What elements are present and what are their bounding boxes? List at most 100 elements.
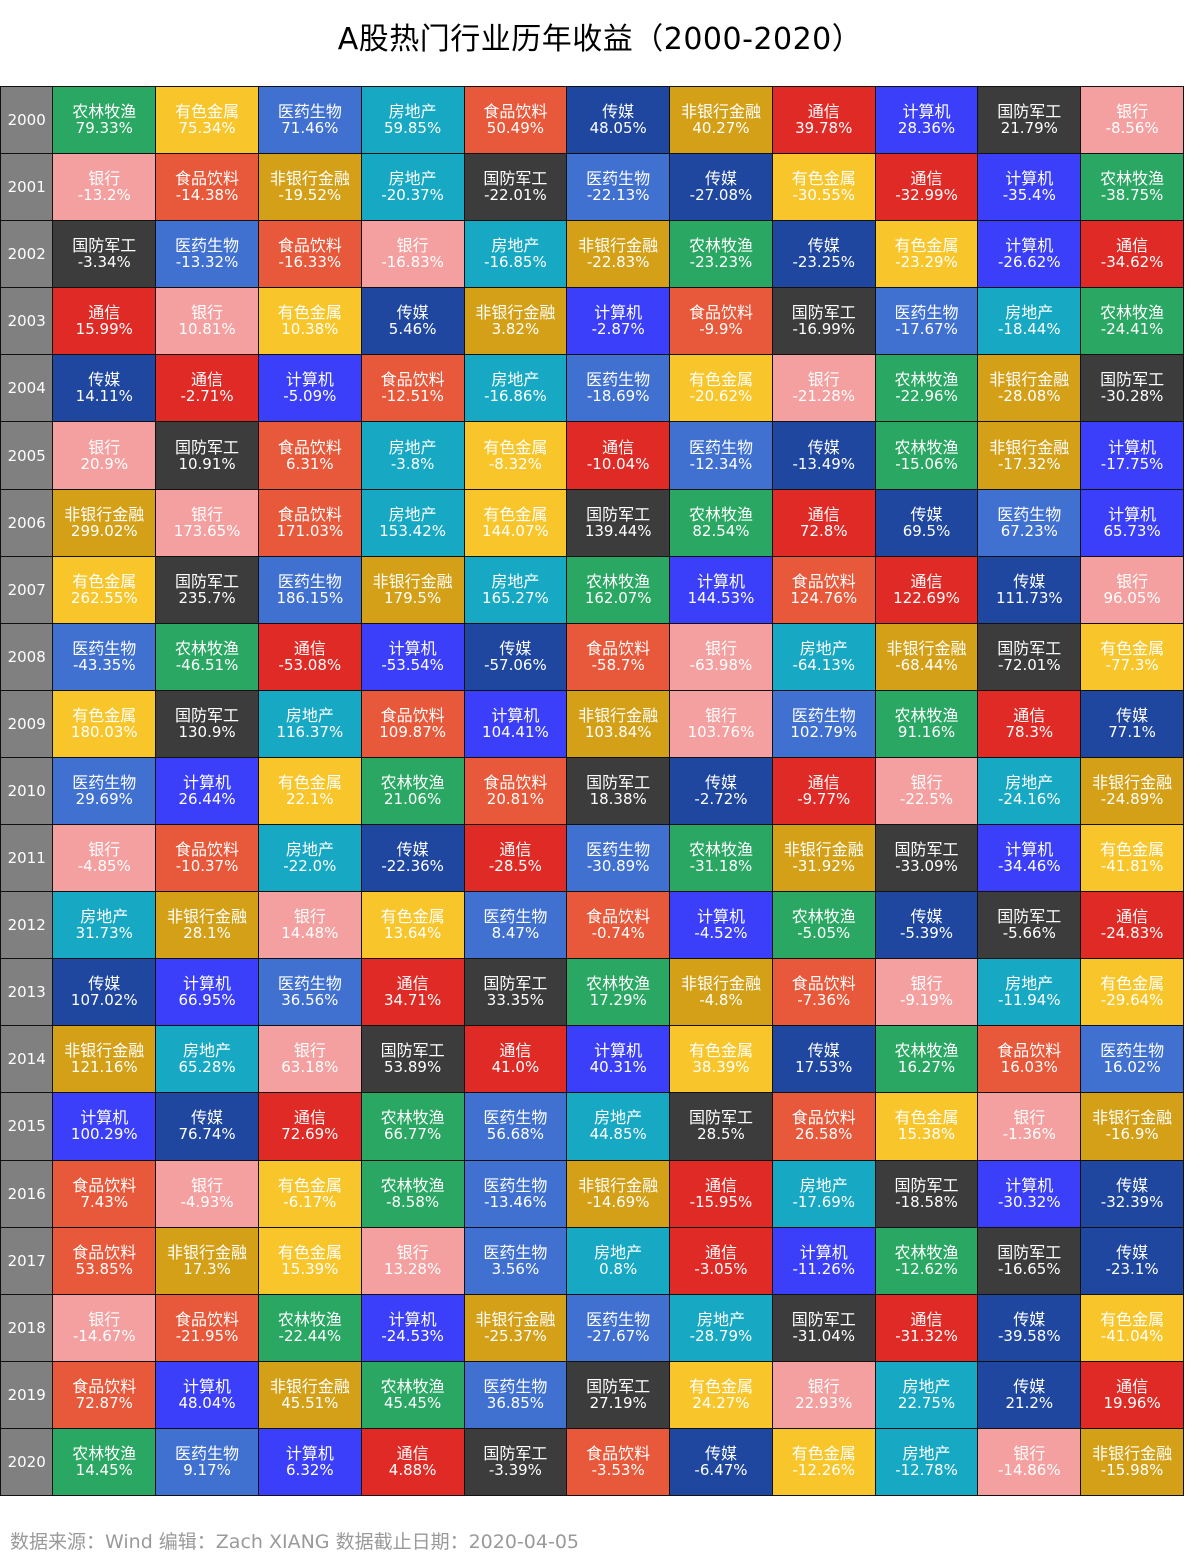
sector-name: 有色金属 (1100, 1309, 1165, 1329)
sector-cell: 传媒 17.53% (771, 1025, 876, 1094)
table-row: 2012 房地产 31.73% 非银行金融 28.1% 银行 14.48% 有色金属 13.64… (0, 891, 1184, 960)
table-row: 2020 农林牧渔 14.45% 医药生物 9.17% 计算机 6.32% 通信 4.88% 国防… (0, 1427, 1184, 1497)
year-label: 2012 (0, 891, 54, 960)
sector-cell: 传媒 77.1% (1080, 689, 1184, 758)
sector-return: -14.69% (586, 1192, 650, 1211)
sector-cell: 国防军工 53.89% (360, 1025, 465, 1094)
table-row: 2005 银行 20.9% 国防军工 10.91% 食品饮料 6.31% 房地产 -3.8% 有色… (0, 421, 1184, 490)
sector-return: -31.92% (792, 857, 856, 876)
table-row: 2018 银行 -14.67% 食品饮料 -21.95% 农林牧渔 -22.44% 计算机 -2… (0, 1293, 1184, 1362)
sector-cell: 计算机 -24.53% (360, 1293, 465, 1362)
sector-cell: 食品饮料 72.87% (52, 1360, 157, 1429)
sector-name: 非银行金融 (167, 1242, 248, 1262)
sector-cell: 食品饮料 124.76% (771, 555, 876, 624)
sector-cell: 房地产 -28.79% (669, 1293, 773, 1362)
sector-return: -4.52% (694, 924, 748, 943)
sector-return: 18.38% (589, 789, 647, 808)
sector-return: -5.39% (899, 924, 954, 943)
sector-name: 食品饮料 (72, 1242, 137, 1262)
sector-name: 国防军工 (894, 1175, 959, 1195)
sector-cell: 食品饮料 -12.51% (360, 354, 465, 423)
sector-return: 48.04% (178, 1393, 236, 1412)
sector-cell: 农林牧渔 -38.75% (1080, 153, 1184, 222)
sector-name: 食品饮料 (586, 907, 651, 927)
sector-return: 28.5% (697, 1125, 745, 1144)
sector-cell: 农林牧渔 -31.18% (669, 824, 773, 893)
sector-return: -2.87% (591, 320, 645, 339)
sector-return: -15.06% (895, 454, 958, 473)
sector-cell: 房地产 -64.13% (771, 622, 876, 691)
sector-name: 非银行金融 (372, 571, 453, 591)
sector-return: 103.76% (687, 722, 755, 741)
sector-return: 17.29% (589, 991, 647, 1010)
sector-return: -68.44% (895, 655, 958, 674)
sector-name: 计算机 (183, 974, 232, 994)
sector-cell: 医药生物 -18.69% (566, 354, 671, 423)
sector-name: 医药生物 (175, 236, 240, 256)
sector-name: 计算机 (1005, 169, 1054, 189)
table-row: 2015 计算机 100.29% 传媒 76.74% 通信 72.69% 农林牧渔 66.77%… (0, 1092, 1184, 1161)
sector-name: 农林牧渔 (894, 1041, 959, 1061)
sector-cell: 农林牧渔 -5.05% (771, 891, 876, 960)
sector-name: 银行 (191, 303, 224, 323)
sector-name: 非银行金融 (475, 1309, 556, 1329)
sector-name: 银行 (88, 840, 121, 860)
sector-return: -9.77% (797, 789, 851, 808)
sector-cell: 有色金属 -8.32% (463, 421, 568, 490)
sector-cell: 农林牧渔 -22.96% (874, 354, 979, 423)
sector-name: 房地产 (388, 504, 437, 524)
sector-name: 国防军工 (483, 169, 548, 189)
sector-return: 36.56% (281, 991, 339, 1010)
sector-name: 非银行金融 (680, 974, 761, 994)
sector-return: -30.28% (1100, 387, 1164, 406)
sector-return: 71.46% (281, 119, 339, 138)
sector-return: -0.74% (591, 924, 645, 943)
sector-cell: 房地产 -16.86% (463, 354, 568, 423)
sector-cell: 房地产 -11.94% (977, 958, 1082, 1027)
sector-return: -34.62% (1100, 253, 1164, 272)
sector-return: 7.43% (80, 1192, 129, 1211)
sector-return: -14.67% (72, 1326, 136, 1345)
sector-return: -28.08% (998, 387, 1061, 406)
sector-name: 非银行金融 (783, 840, 864, 860)
sector-return: -41.04% (1100, 1326, 1164, 1345)
sector-return: -22.01% (484, 186, 547, 205)
sector-cell: 有色金属 -30.55% (771, 153, 876, 222)
sector-cell: 食品饮料 -21.95% (155, 1293, 259, 1362)
sector-cell: 有色金属 15.38% (874, 1092, 979, 1161)
sector-name: 传媒 (1013, 1376, 1046, 1396)
sector-name: 农林牧渔 (894, 1242, 959, 1262)
sector-cell: 国防军工 130.9% (155, 689, 259, 758)
sector-return: -12.62% (895, 1259, 958, 1278)
sector-cell: 农林牧渔 -24.41% (1080, 287, 1184, 356)
sector-cell: 食品饮料 -58.7% (566, 622, 671, 691)
sector-name: 通信 (499, 840, 532, 860)
sector-name: 传媒 (396, 303, 429, 323)
sector-cell: 传媒 -13.49% (771, 421, 876, 490)
sector-name: 医药生物 (894, 303, 959, 323)
sector-name: 传媒 (1116, 1175, 1149, 1195)
sector-cell: 国防军工 -16.99% (771, 287, 876, 356)
sector-return: -32.99% (895, 186, 958, 205)
sector-return: 10.38% (281, 320, 339, 339)
sector-cell: 计算机 -35.4% (977, 153, 1082, 222)
sector-cell: 银行 -14.86% (977, 1427, 1082, 1497)
sector-return: 3.82% (491, 320, 540, 339)
sector-cell: 房地产 0.8% (566, 1226, 671, 1295)
sector-return: 14.11% (75, 387, 133, 406)
sector-cell: 医药生物 16.02% (1080, 1025, 1184, 1094)
sector-name: 通信 (396, 974, 429, 994)
sector-name: 农林牧渔 (688, 504, 753, 524)
sector-return: -30.32% (998, 1192, 1061, 1211)
sector-name: 银行 (1116, 571, 1149, 591)
sector-return: -3.8% (390, 454, 435, 473)
sector-name: 房地产 (491, 236, 540, 256)
sector-return: 103.84% (584, 722, 652, 741)
sector-return: 235.7% (178, 588, 236, 607)
sector-name: 农林牧渔 (380, 1376, 445, 1396)
sector-return: -1.36% (1002, 1125, 1056, 1144)
sector-cell: 传媒 14.11% (52, 354, 157, 423)
sector-cell: 医药生物 36.56% (257, 958, 362, 1027)
sector-name: 食品饮料 (586, 1443, 651, 1463)
sector-cell: 有色金属 -20.62% (669, 354, 773, 423)
